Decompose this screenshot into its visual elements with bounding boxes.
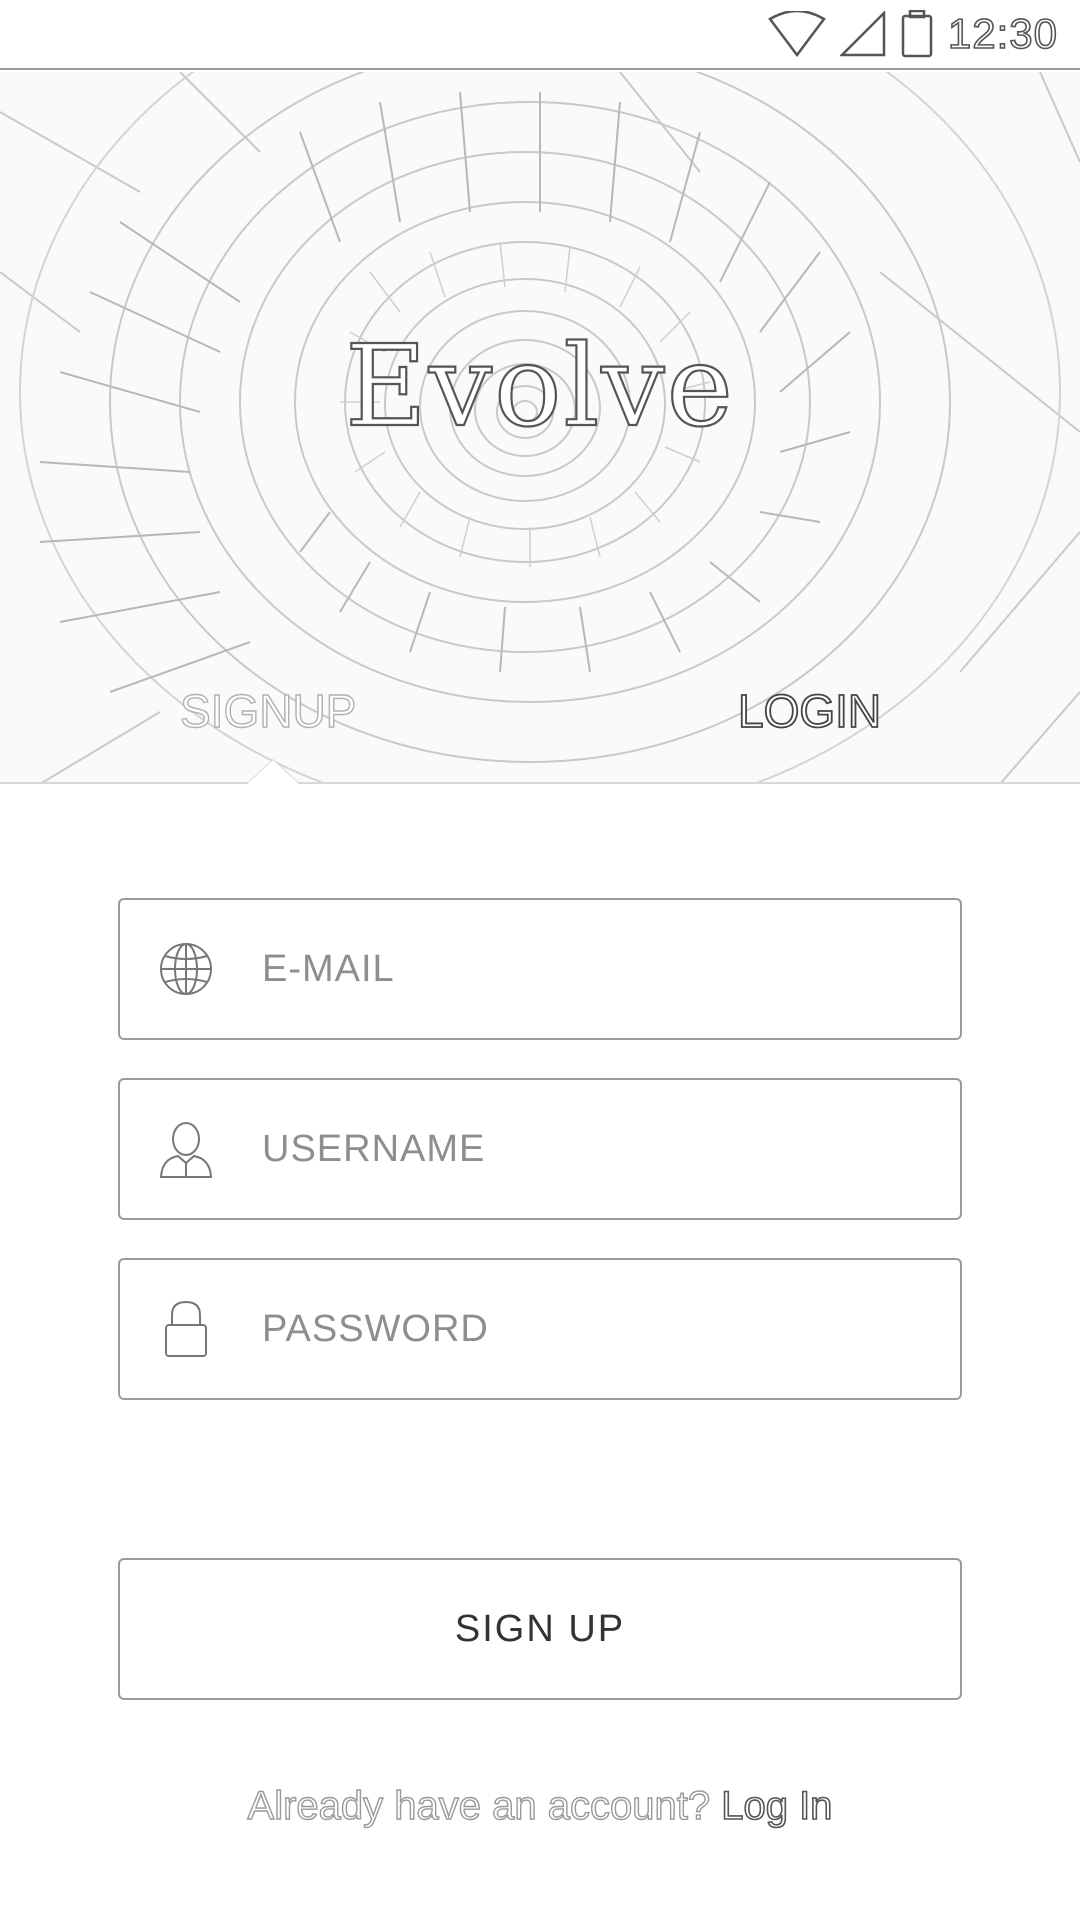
tab-login[interactable]: LOGIN (737, 684, 882, 738)
login-prompt-text: Already have an account? (247, 1783, 711, 1828)
active-tab-indicator (247, 760, 299, 784)
username-input[interactable] (262, 1109, 902, 1189)
hero-banner: Evolve SIGNUP LOGIN (0, 72, 1080, 784)
cellular-signal-icon (839, 11, 886, 57)
login-prompt: Already have an account? Log In (0, 1783, 1080, 1829)
sign-up-button[interactable]: SIGN UP (118, 1558, 962, 1700)
login-link[interactable]: Log In (720, 1783, 833, 1829)
globe-icon (156, 939, 216, 999)
user-icon (156, 1119, 216, 1179)
lock-icon (156, 1299, 216, 1359)
email-input[interactable] (262, 929, 902, 1009)
status-bar: 12:30 (0, 0, 1080, 70)
status-time: 12:30 (947, 9, 1058, 58)
battery-icon (900, 10, 934, 58)
wifi-icon (768, 11, 826, 57)
email-field[interactable] (118, 898, 962, 1040)
username-field[interactable] (118, 1078, 962, 1220)
password-input[interactable] (262, 1289, 902, 1369)
tab-signup[interactable]: SIGNUP (179, 684, 357, 738)
password-field[interactable] (118, 1258, 962, 1400)
app-title: Evolve (344, 321, 735, 453)
